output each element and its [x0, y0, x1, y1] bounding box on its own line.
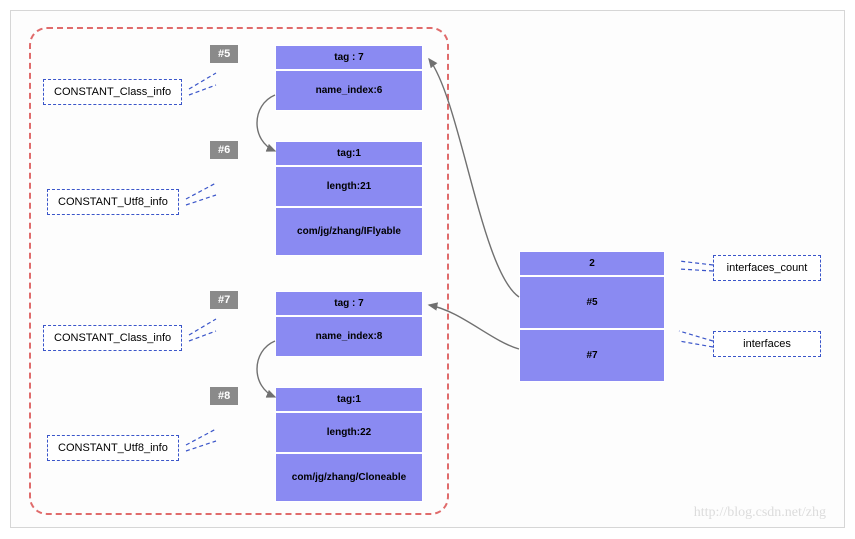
- struct8-length: length:22: [275, 412, 423, 453]
- struct5-tag: tag : 7: [275, 45, 423, 70]
- badge-8: #8: [210, 387, 238, 405]
- struct5-name-index: name_index:6: [275, 70, 423, 111]
- label-interfaces: interfaces: [713, 331, 821, 357]
- badge-6: #6: [210, 141, 238, 159]
- label-utf8-info-1: CONSTANT_Utf8_info: [47, 189, 179, 215]
- struct6-length: length:21: [275, 166, 423, 207]
- label-utf8-info-2: CONSTANT_Utf8_info: [47, 435, 179, 461]
- struct6-bytes: com/jg/zhang/IFlyable: [275, 207, 423, 256]
- label-class-info-2: CONSTANT_Class_info: [43, 325, 182, 351]
- diagram-canvas: #5 tag : 7 name_index:6 CONSTANT_Class_i…: [10, 10, 845, 528]
- watermark: http://blog.csdn.net/zhg: [694, 505, 826, 521]
- label-class-info-1: CONSTANT_Class_info: [43, 79, 182, 105]
- struct-7: tag : 7 name_index:8: [275, 291, 423, 357]
- struct-5: tag : 7 name_index:6: [275, 45, 423, 111]
- badge-5: #5: [210, 45, 238, 63]
- struct8-tag: tag:1: [275, 387, 423, 412]
- struct7-tag: tag : 7: [275, 291, 423, 316]
- struct6-tag: tag:1: [275, 141, 423, 166]
- struct-6: tag:1 length:21 com/jg/zhang/IFlyable: [275, 141, 423, 256]
- badge-7: #7: [210, 291, 238, 309]
- struct7-name-index: name_index:8: [275, 316, 423, 357]
- struct8-bytes: com/jg/zhang/Cloneable: [275, 453, 423, 502]
- interfaces-struct: 2 #5 #7: [519, 251, 665, 382]
- label-interfaces-count: interfaces_count: [713, 255, 821, 281]
- interfaces-count-cell: 2: [519, 251, 665, 276]
- interfaces-idx2-cell: #7: [519, 329, 665, 382]
- interfaces-idx1-cell: #5: [519, 276, 665, 329]
- struct-8: tag:1 length:22 com/jg/zhang/Cloneable: [275, 387, 423, 502]
